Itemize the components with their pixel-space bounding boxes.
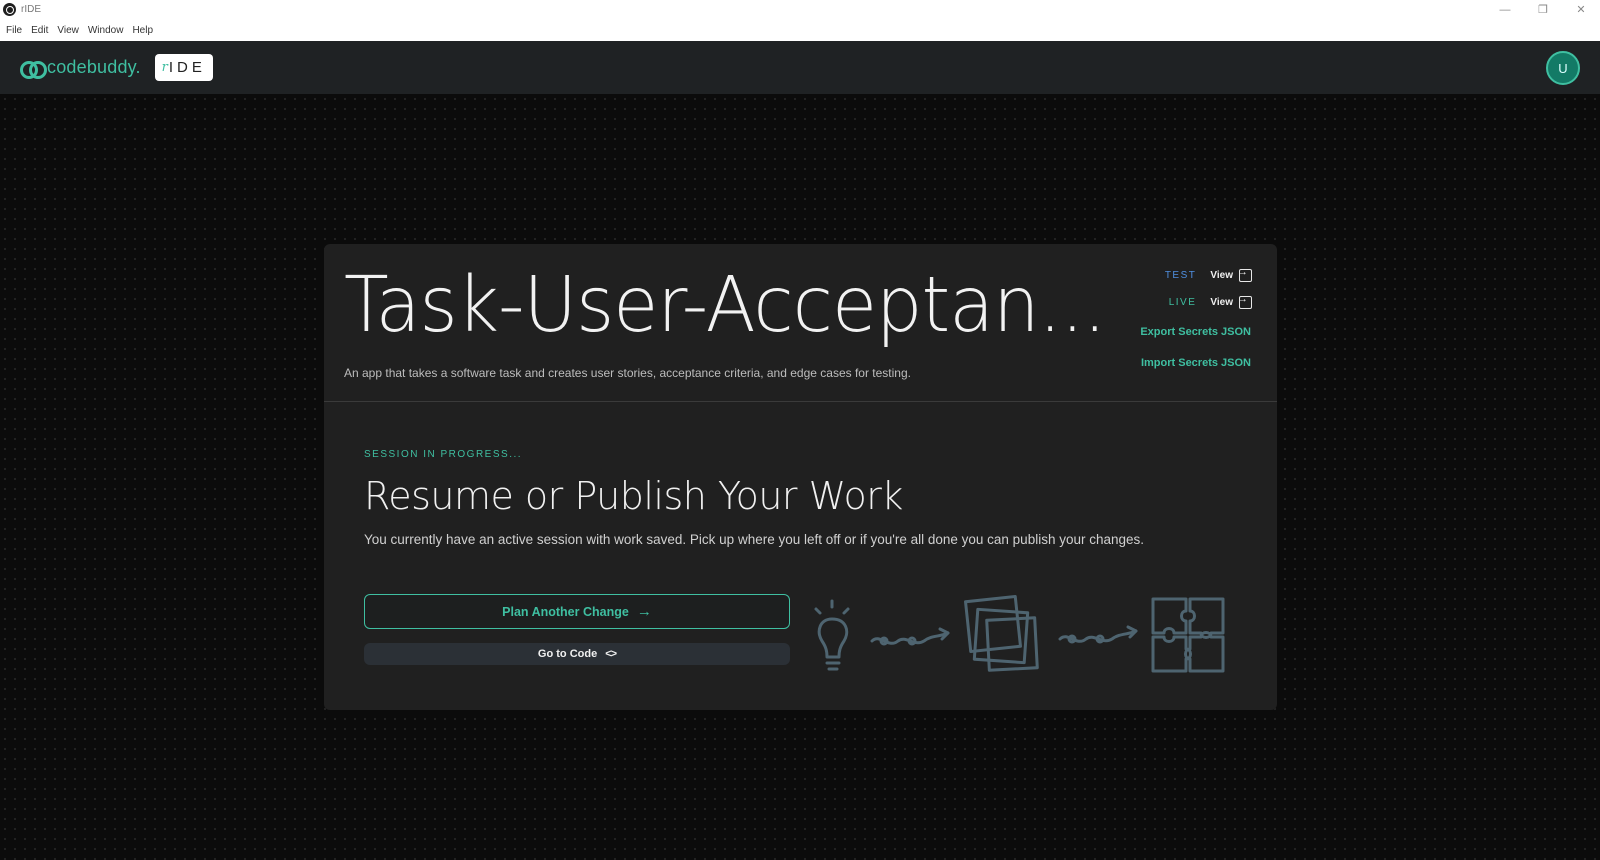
export-secrets-link[interactable]: Export Secrets JSON — [1140, 326, 1251, 338]
menu-edit[interactable]: Edit — [31, 25, 48, 36]
arrow-right-icon: → — [636, 603, 652, 620]
session-title: Resume or Publish Your Work — [364, 474, 903, 518]
restore-button[interactable]: ❐ — [1524, 0, 1562, 19]
lightbulb-icon — [814, 599, 850, 671]
documents-icon — [964, 595, 1039, 672]
menu-help[interactable]: Help — [132, 25, 153, 36]
live-view-label: View — [1210, 297, 1233, 308]
window-title-bar: rIDE — ❐ ✕ — [0, 0, 1600, 19]
brand-logo[interactable]: codebuddy. — [20, 57, 141, 79]
plan-another-change-button[interactable]: Plan Another Change → — [364, 594, 790, 629]
brand-name: codebuddy. — [47, 57, 141, 77]
plan-button-label: Plan Another Change — [502, 604, 629, 619]
workflow-illustration — [814, 595, 1225, 673]
import-secrets-link[interactable]: Import Secrets JSON — [1141, 357, 1251, 369]
session-description: You currently have an active session wit… — [364, 532, 1145, 547]
live-view-link[interactable]: View — [1210, 293, 1252, 309]
connector-arrow-icon — [870, 627, 950, 646]
puzzle-icon — [1151, 597, 1225, 673]
close-button[interactable]: ✕ — [1562, 0, 1600, 19]
minimize-button[interactable]: — — [1486, 0, 1524, 19]
app-header: codebuddy. r IDE U — [0, 41, 1600, 94]
menu-window[interactable]: Window — [88, 25, 124, 36]
menu-file[interactable]: File — [6, 25, 22, 36]
ride-badge-r: r — [161, 60, 168, 75]
menu-bar: File Edit View Window Help — [0, 19, 1600, 41]
project-header: Task-User-Acceptan... An app that takes … — [324, 244, 1277, 402]
user-avatar[interactable]: U — [1546, 51, 1580, 85]
go-to-code-button[interactable]: Go to Code <> — [364, 643, 790, 665]
codebuddy-logo-icon — [20, 60, 47, 79]
env-live-row: LIVE View — [1168, 293, 1252, 309]
project-title: Task-User-Acceptan... — [344, 261, 1106, 350]
env-test-row: TEST View — [1164, 266, 1252, 282]
ride-badge: r IDE — [154, 54, 213, 81]
window-title: rIDE — [21, 4, 41, 15]
open-external-icon — [1237, 293, 1252, 309]
code-brackets-icon: <> — [605, 648, 617, 660]
test-view-link[interactable]: View — [1210, 266, 1252, 282]
project-description: An app that takes a software task and cr… — [344, 366, 911, 380]
menu-view[interactable]: View — [57, 25, 79, 36]
session-status: SESSION IN PROGRESS... — [364, 449, 523, 460]
app-icon — [3, 3, 16, 16]
ride-badge-text: IDE — [168, 59, 206, 76]
env-live-label: LIVE — [1168, 297, 1197, 308]
code-button-label: Go to Code — [537, 648, 598, 660]
test-view-label: View — [1210, 270, 1233, 281]
project-card: Task-User-Acceptan... An app that takes … — [324, 244, 1277, 710]
window-controls: — ❐ ✕ — [1486, 0, 1600, 19]
connector-arrow-icon — [1058, 625, 1138, 644]
open-external-icon — [1237, 266, 1252, 282]
env-test-label: TEST — [1164, 270, 1197, 281]
